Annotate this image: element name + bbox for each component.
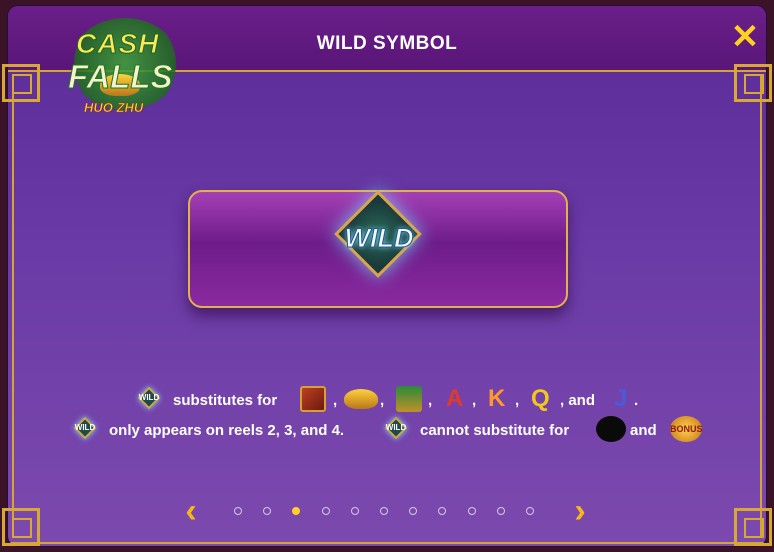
chevron-left-icon[interactable]: ‹ bbox=[176, 494, 206, 528]
footer-divider bbox=[8, 542, 766, 544]
game-logo: CASH FALLS HUO ZHU bbox=[60, 14, 196, 124]
substitution-row: WILD substitutes for , , , A , K , Q , a… bbox=[137, 385, 639, 412]
letter-j-symbol: J bbox=[614, 385, 628, 412]
letter-q-symbol: Q bbox=[531, 385, 550, 412]
corner-ornament-top-right bbox=[734, 64, 772, 102]
dragon-symbol-icon bbox=[300, 386, 326, 412]
reels-restriction-text: only appears on reels 2, 3, and 4. bbox=[109, 422, 345, 439]
letter-k-symbol: K bbox=[488, 385, 506, 412]
page-dot[interactable] bbox=[350, 507, 359, 515]
close-icon[interactable]: ✕ bbox=[728, 20, 762, 54]
and-text: and bbox=[630, 422, 657, 439]
wild-mini-icon: WILD bbox=[137, 386, 161, 410]
bonus-symbol-icon: BONUS bbox=[670, 416, 703, 442]
cannot-substitute-text: cannot substitute for bbox=[420, 422, 570, 439]
corner-ornament-top-left bbox=[2, 64, 40, 102]
letter-a-symbol: A bbox=[446, 385, 464, 412]
page-dot[interactable] bbox=[438, 507, 447, 515]
page-dot[interactable] bbox=[234, 507, 242, 515]
page-dot[interactable] bbox=[409, 507, 418, 515]
page-dots bbox=[234, 507, 544, 519]
wild-symbol: WILD bbox=[334, 190, 424, 294]
page-dot[interactable] bbox=[263, 507, 272, 515]
treasure-symbol-icon bbox=[396, 386, 422, 412]
left-frame-line bbox=[12, 74, 14, 536]
logo-word-falls: FALLS bbox=[68, 58, 173, 96]
page-dot[interactable] bbox=[380, 507, 388, 515]
page-title: WILD SYMBOL bbox=[316, 33, 458, 54]
corner-ornament-bottom-right bbox=[734, 508, 772, 546]
black-coin-symbol-icon bbox=[596, 416, 626, 442]
page-dot[interactable] bbox=[292, 507, 301, 515]
chevron-right-icon[interactable]: › bbox=[565, 494, 595, 528]
logo-word-huo-zhu: HUO ZHU bbox=[84, 100, 144, 116]
page-dot[interactable] bbox=[526, 507, 534, 515]
page-dot[interactable] bbox=[496, 507, 505, 515]
wild-symbol-label: WILD bbox=[344, 223, 414, 254]
substitutes-text: substitutes for bbox=[173, 392, 278, 409]
page-dot[interactable] bbox=[321, 507, 330, 515]
restriction-row: WILD only appears on reels 2, 3, and 4. … bbox=[0, 416, 774, 444]
right-frame-line bbox=[760, 74, 762, 536]
page-dot[interactable] bbox=[467, 507, 476, 515]
corner-ornament-bottom-left bbox=[2, 508, 40, 546]
wild-mini-icon: WILD bbox=[73, 416, 97, 440]
and-text: , and bbox=[560, 392, 596, 409]
gold-ingot-symbol-icon bbox=[344, 389, 378, 409]
wild-mini-icon: WILD bbox=[384, 416, 408, 440]
